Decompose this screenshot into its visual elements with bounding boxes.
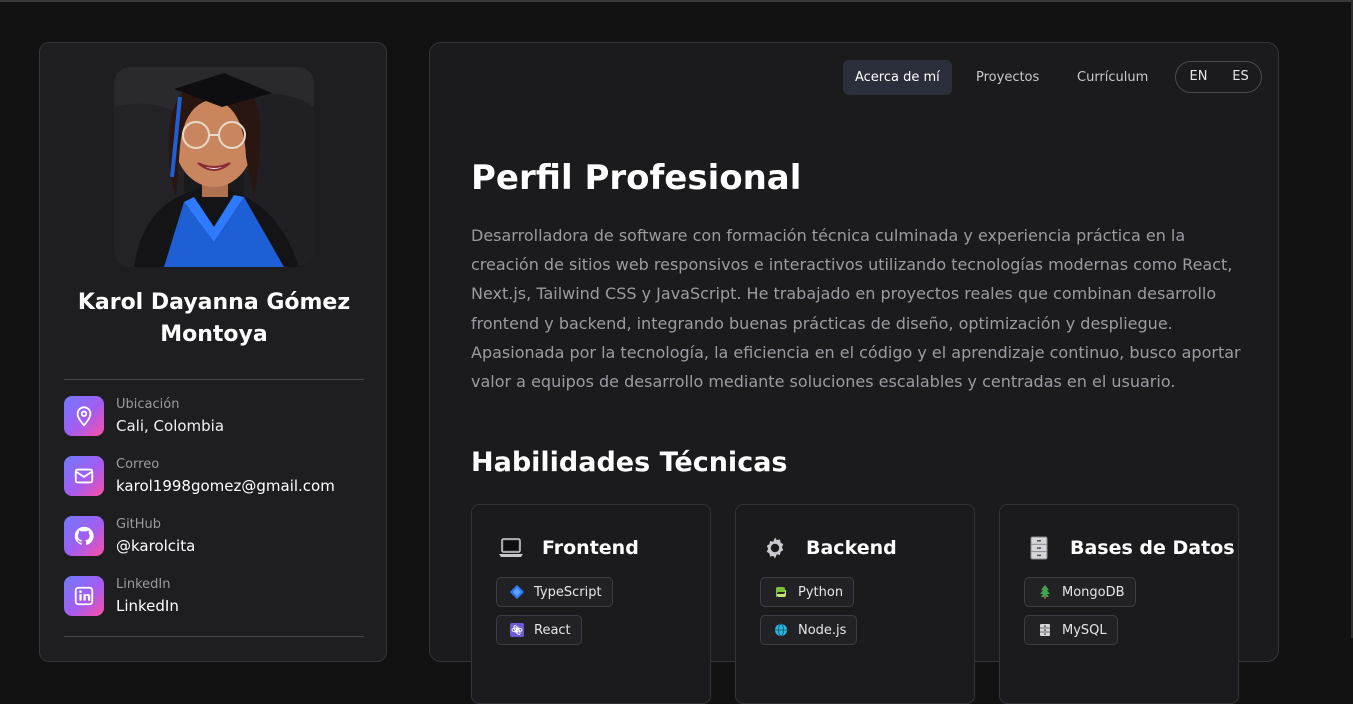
skill-chip-label: Python [798, 584, 844, 600]
skill-chip: Python [760, 577, 855, 607]
skill-chip: TypeScript [496, 577, 613, 607]
skill-group-title: Bases de Datos [1070, 537, 1235, 559]
lang-en-button[interactable]: EN [1177, 62, 1220, 92]
lang-es-button[interactable]: ES [1219, 62, 1262, 92]
location-pin-icon [64, 396, 104, 436]
linkedin-link[interactable]: LinkedIn [116, 596, 179, 616]
gear-icon [762, 535, 788, 561]
skill-chip-label: Node.js [798, 622, 847, 638]
sidebar-divider [64, 379, 364, 380]
sidebar-divider [64, 636, 364, 637]
linkedin-icon [64, 576, 104, 616]
skill-chip: MySQL [1024, 615, 1118, 645]
database-icon [1037, 622, 1053, 638]
nav-resume[interactable]: Currículum [1065, 60, 1160, 95]
skill-chip-label: React [534, 622, 571, 638]
python-icon [773, 584, 789, 600]
github-link[interactable]: @karolcita [116, 536, 195, 556]
globe-icon [773, 622, 789, 638]
skill-card-databases: Bases de Datos MongoDB MySQL [999, 504, 1239, 704]
profile-summary: Desarrolladora de software con formación… [471, 226, 1241, 392]
contact-label: GitHub [116, 517, 162, 532]
language-toggle[interactable]: EN ES [1175, 61, 1262, 93]
contact-label: LinkedIn [116, 577, 171, 592]
github-icon [64, 516, 104, 556]
nav-projects[interactable]: Proyectos [964, 60, 1051, 95]
skill-card-frontend: Frontend TypeScript React [471, 504, 711, 704]
main-content-card: Acerca de mí Proyectos Currículum EN ES … [429, 42, 1279, 704]
skill-chip: MongoDB [1024, 577, 1136, 607]
skill-chip-label: MongoDB [1062, 584, 1125, 600]
skill-chip: Node.js [760, 615, 858, 645]
contact-location: Ubicación Cali, Colombia [64, 396, 364, 438]
contact-value: Cali, Colombia [116, 417, 225, 435]
window-top-border [0, 0, 1353, 2]
skill-chip-label: MySQL [1062, 622, 1107, 638]
skill-group-title: Frontend [542, 537, 639, 559]
nav-about[interactable]: Acerca de mí [843, 60, 952, 95]
skills-heading: Habilidades Técnicas [471, 447, 788, 478]
tree-icon [1037, 584, 1053, 600]
profile-sidebar: Karol Dayanna Gómez Montoya Ubicación Ca… [39, 42, 387, 662]
profile-name: Karol Dayanna Gómez Montoya [77, 290, 351, 347]
contact-github[interactable]: GitHub @karolcita [64, 516, 364, 558]
contact-label: Correo [116, 457, 160, 472]
skill-card-backend: Backend Python Node.js [735, 504, 975, 704]
react-icon [509, 622, 525, 638]
mail-icon [64, 456, 104, 496]
contact-linkedin[interactable]: LinkedIn LinkedIn [64, 576, 364, 618]
skill-chip: React [496, 615, 582, 645]
skill-group-title: Backend [806, 537, 897, 559]
profile-heading: Perfil Profesional [471, 158, 802, 198]
laptop-icon [498, 535, 524, 561]
filing-cabinet-icon [1026, 535, 1052, 561]
avatar [114, 67, 314, 267]
email-link[interactable]: karol1998gomez@gmail.com [116, 476, 335, 496]
skill-chip-label: TypeScript [534, 584, 602, 600]
typescript-icon [509, 584, 525, 600]
contact-email[interactable]: Correo karol1998gomez@gmail.com [64, 456, 364, 498]
contact-label: Ubicación [116, 397, 180, 412]
